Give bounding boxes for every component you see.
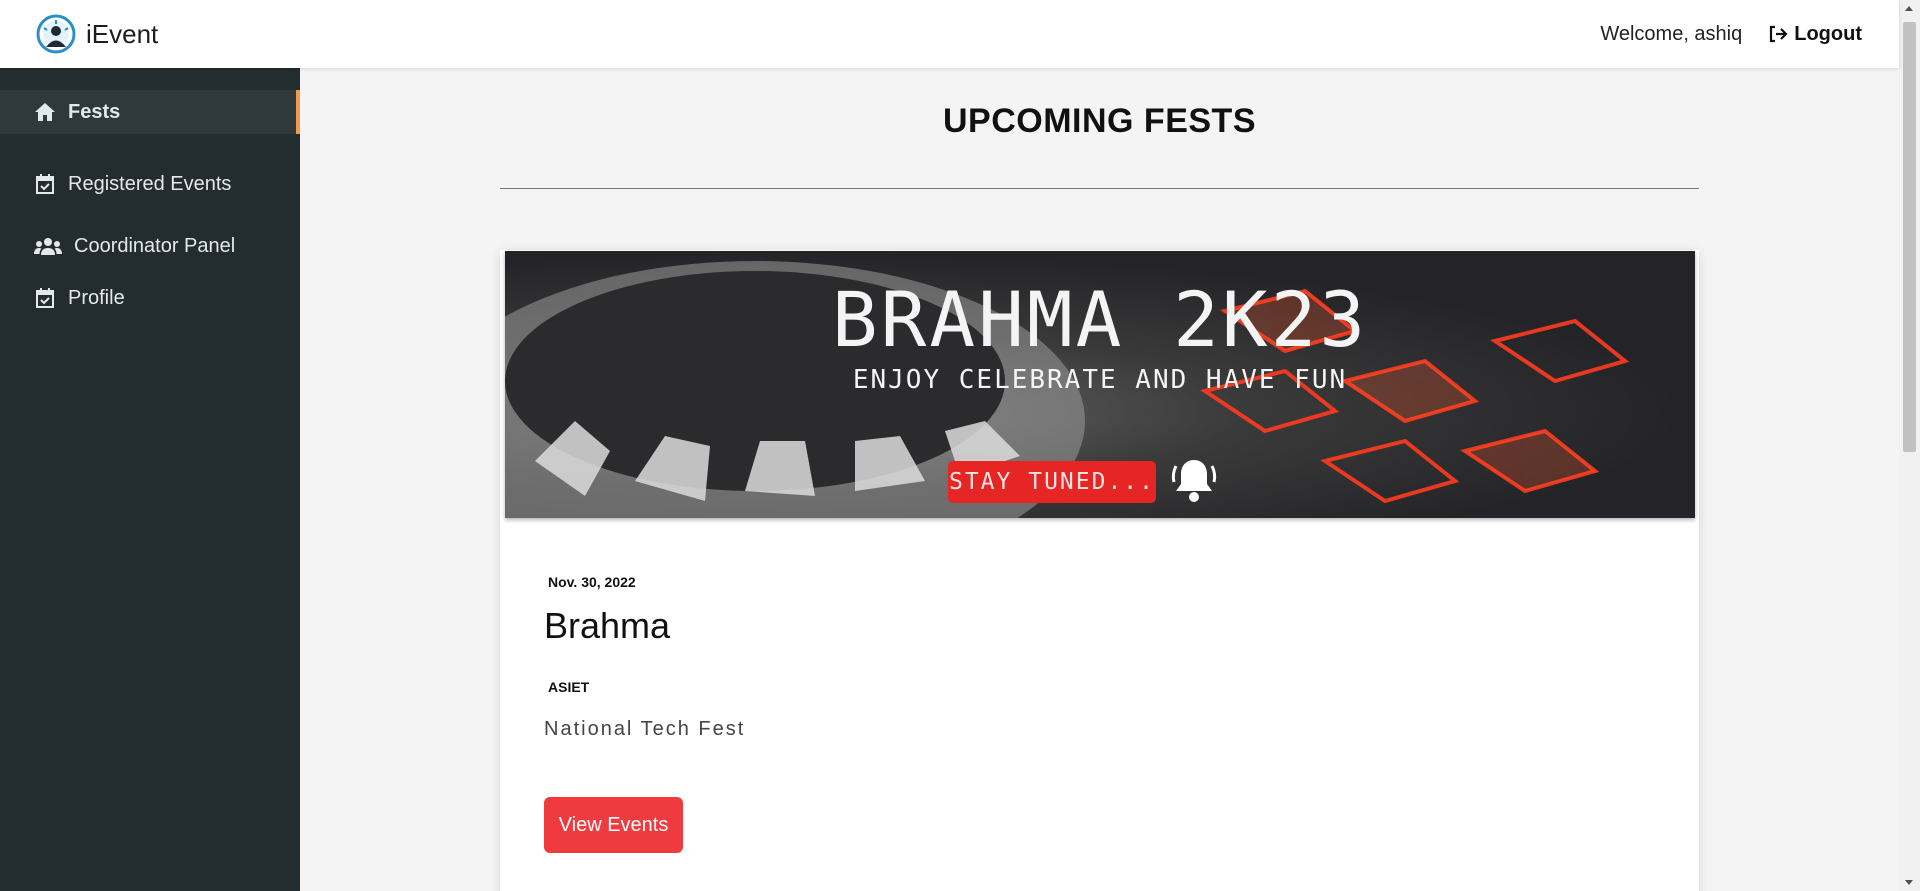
scroll-down-arrow-icon[interactable]: [1905, 880, 1913, 885]
sidebar-item-fests[interactable]: Fests: [0, 90, 300, 134]
calendar-check-icon: [34, 173, 56, 195]
fest-name: Brahma: [544, 605, 671, 646]
home-icon: [34, 101, 56, 123]
banner-title: BRAHMA 2K23: [831, 275, 1369, 364]
users-icon: [34, 235, 62, 257]
sidebar-item-label: Registered Events: [68, 172, 232, 195]
sidebar-item-label: Coordinator Panel: [74, 234, 236, 257]
vertical-scrollbar[interactable]: [1899, 0, 1920, 891]
logout-button[interactable]: Logout: [1768, 23, 1862, 46]
brand[interactable]: iEvent: [36, 14, 158, 54]
banner-subtitle: ENJOY CELEBRATE AND HAVE FUN: [852, 365, 1348, 395]
main-content: UPCOMING FESTS BRAHMA 2K23 ENJOY CELEBRA…: [300, 68, 1899, 891]
scroll-thumb[interactable]: [1903, 22, 1916, 452]
fest-banner: BRAHMA 2K23 ENJOY CELEBRATE AND HAVE FUN…: [505, 251, 1695, 518]
page-title: UPCOMING FESTS: [942, 102, 1257, 140]
sidebar-item-registered-events[interactable]: Registered Events: [0, 153, 300, 215]
user-area: Welcome, ashiq Logout: [1600, 23, 1862, 46]
top-navbar: iEvent Welcome, ashiq Logout: [0, 0, 1899, 68]
scroll-up-arrow-icon[interactable]: [1905, 6, 1913, 11]
fest-description: National Tech Fest: [544, 718, 746, 740]
sidebar-item-label: Fests: [68, 100, 121, 123]
fest-date: Nov. 30, 2022: [548, 574, 636, 590]
welcome-text: Welcome, ashiq: [1600, 22, 1743, 45]
view-events-button[interactable]: View Events: [544, 797, 683, 853]
sidebar: Fests Registered Events Coordinator Pane…: [0, 68, 300, 891]
sidebar-item-label: Profile: [68, 286, 125, 309]
divider: [500, 188, 1699, 189]
sign-out-icon: [1770, 25, 1788, 43]
fest-card: BRAHMA 2K23 ENJOY CELEBRATE AND HAVE FUN…: [500, 250, 1699, 891]
dashboard-gauge-icon: [36, 14, 76, 54]
logout-label: Logout: [1794, 22, 1862, 45]
app-name: iEvent: [86, 18, 159, 49]
stay-tuned-badge: STAY TUNED...: [948, 461, 1156, 503]
sidebar-item-profile[interactable]: Profile: [0, 267, 300, 329]
fest-college: ASIET: [548, 679, 590, 695]
calendar-check-icon: [34, 287, 56, 309]
bell-icon: [1171, 460, 1217, 502]
